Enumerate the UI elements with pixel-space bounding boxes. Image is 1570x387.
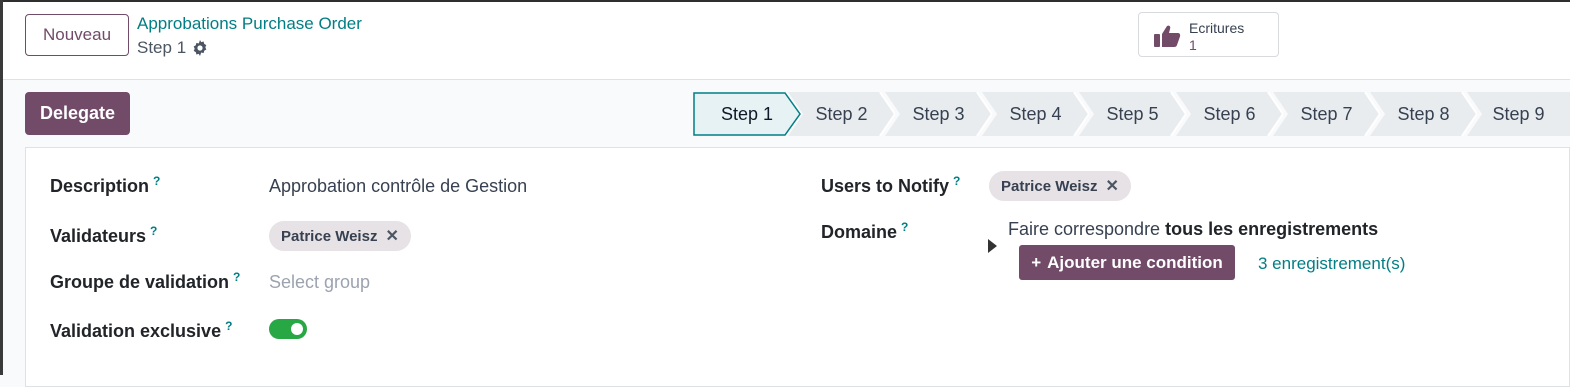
control-panel: Nouveau Approbations Purchase Order Step… (3, 0, 1570, 80)
group-label-text: Groupe de validation (50, 272, 230, 292)
step-2[interactable]: Step 2 (788, 92, 895, 136)
form-sheet: Description? Approbation contrôle de Ges… (25, 147, 1570, 387)
domain-label: Domaine? (821, 220, 908, 243)
step-7-label: Step 7 (1300, 103, 1353, 124)
thumbs-up-icon (1154, 25, 1181, 47)
caret-right-icon[interactable] (988, 239, 997, 253)
close-icon[interactable]: ✕ (1105, 176, 1118, 196)
breadcrumb-current-label: Step 1 (137, 38, 187, 57)
domain-label-text: Domaine (821, 222, 898, 242)
step-6[interactable]: Step 6 (1176, 92, 1283, 136)
gear-icon[interactable] (192, 40, 208, 56)
step-2-label: Step 2 (815, 103, 868, 124)
group-select-input[interactable]: Select group (269, 272, 370, 293)
exclusive-label: Validation exclusive? (50, 319, 232, 342)
notify-tag: Patrice Weisz ✕ (989, 171, 1131, 201)
description-label-text: Description (50, 176, 150, 196)
domain-summary: Faire correspondre tous les enregistreme… (1008, 219, 1378, 240)
notify-label: Users to Notify? (821, 174, 960, 197)
validators-help-icon[interactable]: ? (150, 224, 157, 238)
description-field[interactable]: Approbation contrôle de Gestion (269, 176, 527, 197)
plus-icon: + (1031, 252, 1042, 272)
domain-summary-prefix: Faire correspondre (1008, 219, 1166, 239)
step-4[interactable]: Step 4 (982, 92, 1089, 136)
description-help-icon[interactable]: ? (153, 174, 160, 188)
journal-items-smart-button[interactable]: Ecritures 1 (1138, 12, 1279, 57)
group-label: Groupe de validation? (50, 270, 240, 293)
domain-help-icon[interactable]: ? (901, 220, 908, 234)
validators-label: Validateurs? (50, 224, 157, 247)
statusbar-steps: Step 1 Step 2 Step 3 Step 4 Step 5 Step … (693, 92, 1570, 136)
step-5[interactable]: Step 5 (1079, 92, 1186, 136)
new-button[interactable]: Nouveau (25, 14, 129, 56)
step-4-label: Step 4 (1009, 103, 1062, 124)
smart-button-label: Ecritures (1189, 20, 1245, 36)
domain-summary-bold: tous les enregistrements (1165, 219, 1379, 239)
breadcrumb-current: Step 1 (137, 38, 208, 58)
step-8-label: Step 8 (1397, 103, 1450, 124)
records-count-link[interactable]: 3 enregistrement(s) (1258, 254, 1405, 274)
description-label: Description? (50, 174, 160, 197)
validators-label-text: Validateurs (50, 226, 147, 246)
step-3[interactable]: Step 3 (885, 92, 992, 136)
step-8[interactable]: Step 8 (1370, 92, 1477, 136)
step-1-label: Step 1 (720, 103, 774, 124)
close-icon[interactable]: ✕ (385, 226, 398, 246)
breadcrumb-parent-link[interactable]: Approbations Purchase Order (137, 14, 362, 34)
group-help-icon[interactable]: ? (233, 270, 240, 284)
step-9-label: Step 9 (1492, 103, 1545, 124)
add-condition-button[interactable]: + Ajouter une condition (1019, 245, 1235, 280)
delegate-button[interactable]: Delegate (25, 92, 130, 135)
validator-tag-label: Patrice Weisz (281, 227, 378, 245)
exclusive-toggle[interactable] (269, 319, 307, 339)
add-condition-label: Ajouter une condition (1047, 252, 1223, 272)
step-5-label: Step 5 (1106, 103, 1159, 124)
notify-label-text: Users to Notify (821, 176, 950, 196)
exclusive-label-text: Validation exclusive (50, 321, 222, 341)
step-6-label: Step 6 (1203, 103, 1256, 124)
notify-help-icon[interactable]: ? (953, 174, 960, 188)
step-7[interactable]: Step 7 (1273, 92, 1380, 136)
step-9[interactable]: Step 9 (1467, 92, 1570, 136)
validator-tag: Patrice Weisz ✕ (269, 221, 411, 251)
exclusive-help-icon[interactable]: ? (225, 319, 232, 333)
step-3-label: Step 3 (912, 103, 965, 124)
smart-button-value: 1 (1189, 37, 1197, 53)
step-1[interactable]: Step 1 (693, 92, 801, 136)
notify-tag-label: Patrice Weisz (1001, 177, 1098, 195)
